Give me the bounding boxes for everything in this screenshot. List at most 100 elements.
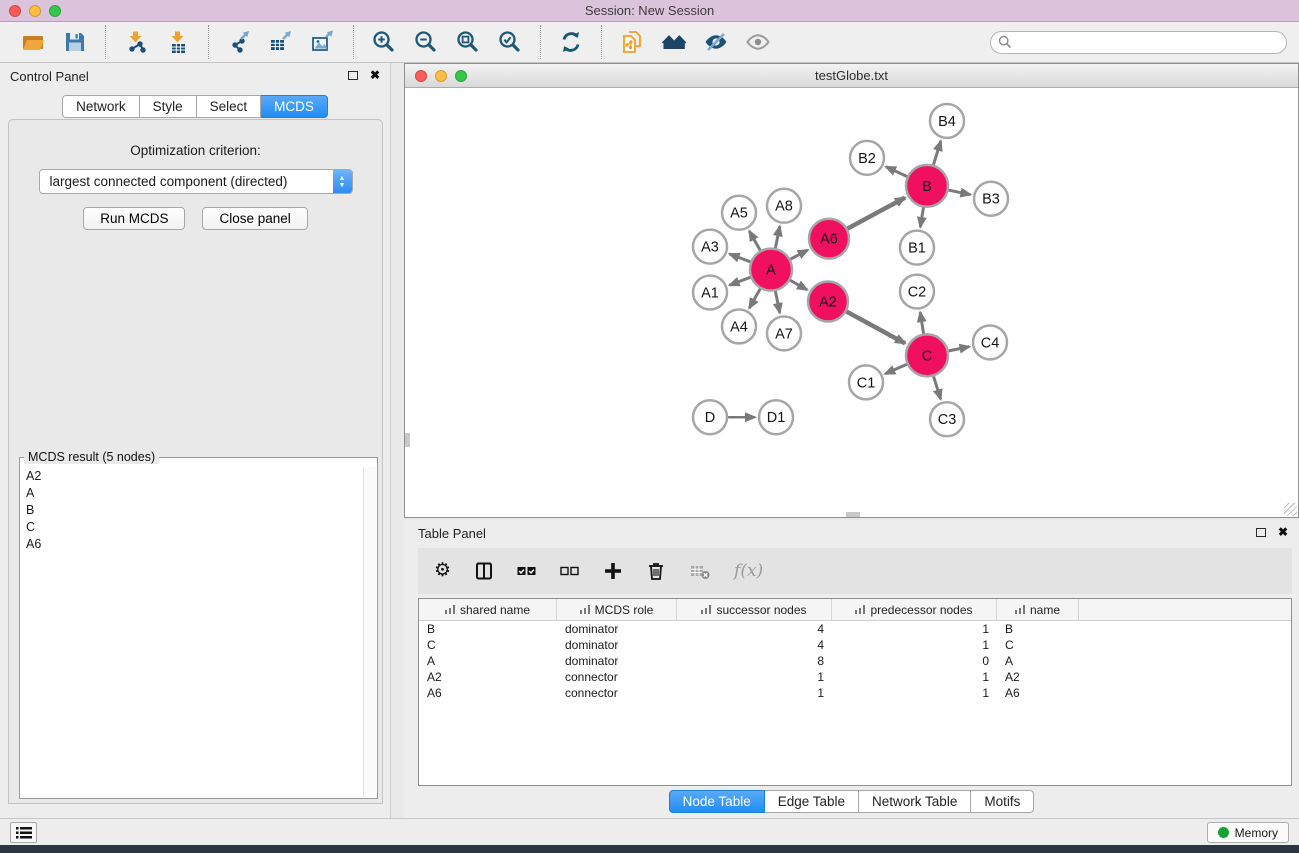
- table-cell[interactable]: 8: [677, 654, 832, 668]
- tab-node-table[interactable]: Node Table: [669, 790, 765, 813]
- table-row[interactable]: A2connector11A2: [419, 669, 1291, 685]
- float-panel-icon[interactable]: [348, 71, 358, 80]
- horizontal-scroll-thumb[interactable]: [846, 512, 860, 517]
- mcds-result-item[interactable]: A2: [21, 467, 362, 484]
- vertical-scroll-thumb[interactable]: [405, 433, 410, 447]
- table-cell[interactable]: A: [419, 654, 557, 668]
- open-folder-icon[interactable]: [19, 28, 47, 56]
- run-mcds-button[interactable]: Run MCDS: [83, 207, 185, 230]
- clone-network-document-icon[interactable]: [618, 28, 646, 56]
- eye-icon[interactable]: [744, 28, 772, 56]
- float-table-panel-icon[interactable]: [1256, 528, 1266, 537]
- table-row[interactable]: Bdominator41B: [419, 621, 1291, 637]
- close-table-panel-icon[interactable]: ✖: [1278, 527, 1288, 537]
- column-header[interactable]: name: [997, 599, 1079, 620]
- table-cell[interactable]: 0: [832, 654, 997, 668]
- home-networks-icon[interactable]: [660, 28, 688, 56]
- table-cell[interactable]: dominator: [557, 622, 677, 636]
- table-cell[interactable]: B: [419, 622, 557, 636]
- table-cell[interactable]: C: [419, 638, 557, 652]
- close-panel-icon[interactable]: ✖: [370, 70, 380, 80]
- zoom-traffic-light[interactable]: [49, 5, 61, 17]
- result-scrollbar[interactable]: [363, 467, 376, 797]
- mcds-result-item[interactable]: B: [21, 501, 362, 518]
- table-cell[interactable]: A: [997, 654, 1079, 668]
- table-cell[interactable]: connector: [557, 686, 677, 700]
- import-table-icon[interactable]: [164, 28, 192, 56]
- memory-button[interactable]: Memory: [1207, 822, 1289, 843]
- settings-gear-icon[interactable]: ⚙: [434, 561, 451, 581]
- close-traffic-light[interactable]: [9, 5, 21, 17]
- zoom-selected-icon[interactable]: [496, 28, 524, 56]
- network-canvas[interactable]: AA6A2BCB4B2B3B1C2C4C1C3A5A8A3A1A4A7DD1: [405, 89, 1298, 517]
- zoom-in-icon[interactable]: [370, 28, 398, 56]
- table-cell[interactable]: 1: [832, 638, 997, 652]
- close-panel-button[interactable]: Close panel: [202, 207, 307, 230]
- task-list-icon[interactable]: [10, 822, 37, 843]
- column-header[interactable]: successor nodes: [677, 599, 832, 620]
- table-row[interactable]: A6connector11A6: [419, 685, 1291, 701]
- function-fx-icon[interactable]: f(x): [734, 561, 763, 581]
- app-titlebar: Session: New Session: [0, 0, 1299, 22]
- table-cell[interactable]: dominator: [557, 654, 677, 668]
- tab-network[interactable]: Network: [62, 95, 140, 118]
- table-row[interactable]: Cdominator41C: [419, 637, 1291, 653]
- export-image-icon[interactable]: [309, 28, 337, 56]
- network-minimize-traffic-light[interactable]: [435, 70, 447, 82]
- table-cell[interactable]: 1: [677, 686, 832, 700]
- criterion-select[interactable]: largest connected component (directed) ▲…: [39, 169, 353, 194]
- search-box: [990, 31, 1287, 54]
- columns-icon[interactable]: [474, 561, 494, 581]
- table-cell[interactable]: A6: [419, 686, 557, 700]
- column-header[interactable]: MCDS role: [557, 599, 677, 620]
- table-cell[interactable]: connector: [557, 670, 677, 684]
- search-input[interactable]: [990, 31, 1287, 54]
- tab-select[interactable]: Select: [197, 95, 262, 118]
- table-cell[interactable]: dominator: [557, 638, 677, 652]
- add-column-plus-icon[interactable]: [603, 561, 623, 581]
- table-cell[interactable]: 4: [677, 638, 832, 652]
- tab-mcds[interactable]: MCDS: [261, 95, 328, 118]
- graph-node-label: C4: [981, 335, 1000, 351]
- table-cell[interactable]: 1: [832, 670, 997, 684]
- zoom-fit-icon[interactable]: [454, 28, 482, 56]
- table-cell[interactable]: 1: [677, 670, 832, 684]
- tab-network-table[interactable]: Network Table: [859, 790, 971, 813]
- network-window-titlebar[interactable]: testGlobe.txt: [405, 64, 1298, 88]
- table-cell[interactable]: A6: [997, 686, 1079, 700]
- column-header[interactable]: predecessor nodes: [832, 599, 997, 620]
- export-table-icon[interactable]: [267, 28, 295, 56]
- table-cell[interactable]: 1: [832, 686, 997, 700]
- mcds-result-item[interactable]: C: [21, 518, 362, 535]
- graph-node-label: A6: [820, 232, 838, 248]
- tab-style[interactable]: Style: [140, 95, 197, 118]
- table-cell[interactable]: A2: [419, 670, 557, 684]
- toolbar-separator: [540, 25, 541, 59]
- minimize-traffic-light[interactable]: [29, 5, 41, 17]
- resize-grip[interactable]: [1284, 503, 1297, 516]
- status-bar: Memory: [0, 818, 1299, 845]
- import-network-icon[interactable]: [122, 28, 150, 56]
- tab-motifs[interactable]: Motifs: [971, 790, 1034, 813]
- hide-eye-icon[interactable]: [702, 28, 730, 56]
- network-zoom-traffic-light[interactable]: [455, 70, 467, 82]
- export-network-icon[interactable]: [225, 28, 253, 56]
- mcds-result-item[interactable]: A: [21, 484, 362, 501]
- table-cell[interactable]: 1: [832, 622, 997, 636]
- table-cell[interactable]: B: [997, 622, 1079, 636]
- table-cell[interactable]: 4: [677, 622, 832, 636]
- select-all-checkboxes-icon[interactable]: [517, 561, 537, 581]
- deselect-checkboxes-icon[interactable]: [560, 561, 580, 581]
- table-row[interactable]: Adominator80A: [419, 653, 1291, 669]
- refresh-circular-arrows-icon[interactable]: [557, 28, 585, 56]
- delete-table-icon[interactable]: [689, 561, 711, 581]
- column-header[interactable]: shared name: [419, 599, 557, 620]
- network-close-traffic-light[interactable]: [415, 70, 427, 82]
- zoom-out-icon[interactable]: [412, 28, 440, 56]
- table-cell[interactable]: A2: [997, 670, 1079, 684]
- trash-icon[interactable]: [646, 561, 666, 581]
- tab-edge-table[interactable]: Edge Table: [765, 790, 859, 813]
- table-cell[interactable]: C: [997, 638, 1079, 652]
- mcds-result-item[interactable]: A6: [21, 535, 362, 552]
- save-floppy-icon[interactable]: [61, 28, 89, 56]
